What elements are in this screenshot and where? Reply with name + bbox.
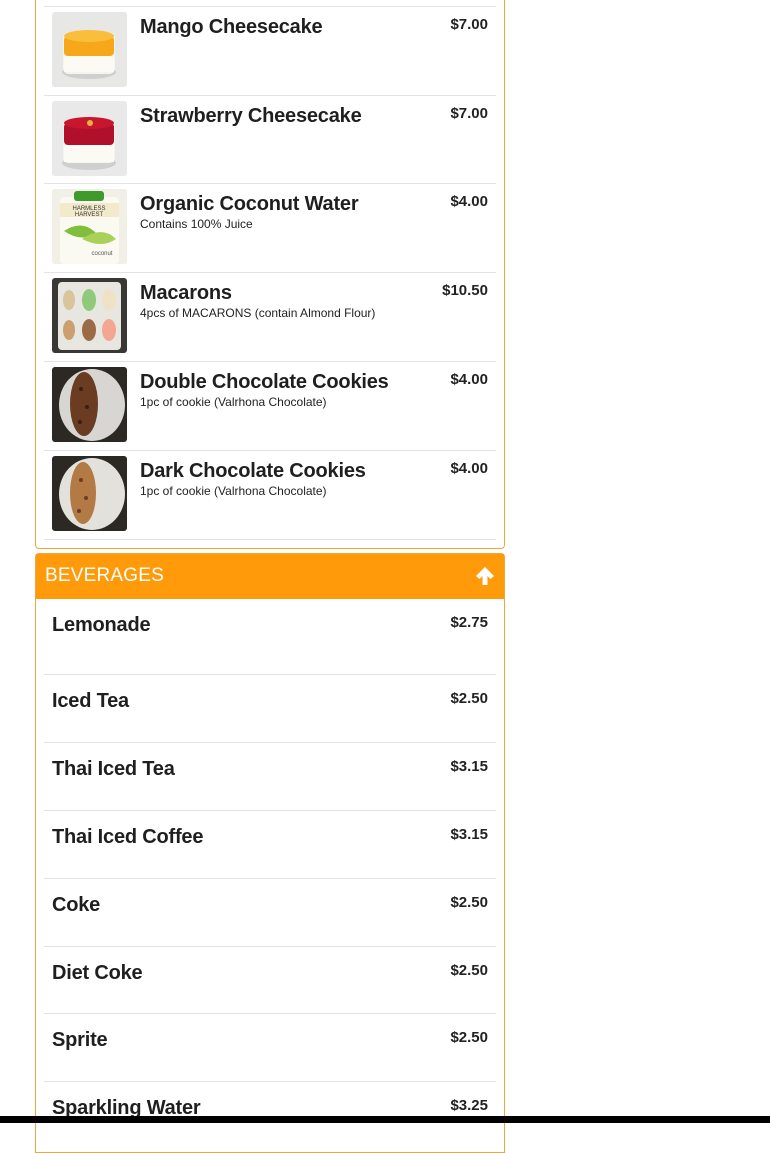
- item-price: $2.75: [450, 614, 488, 631]
- item-price: $4.00: [450, 193, 488, 210]
- menu-item-iced-tea[interactable]: Iced Tea $2.50: [44, 674, 496, 742]
- mango-cheesecake-photo: [52, 12, 127, 87]
- section-title: BEVERAGES: [45, 565, 165, 586]
- strawberry-cheesecake-photo: [52, 101, 127, 176]
- item-price: $3.25: [450, 1097, 488, 1114]
- menu-item-strawberry-cheesecake[interactable]: Strawberry Cheesecake $7.00: [44, 95, 496, 183]
- item-price: $7.00: [450, 105, 488, 122]
- macarons-photo: [52, 278, 127, 353]
- item-name: Diet Coke: [52, 962, 143, 984]
- menu-item-sparkling-water[interactable]: Sparkling Water $3.25: [44, 1081, 496, 1149]
- menu-item-dark-chocolate-cookies[interactable]: Dark Chocolate Cookies 1pc of cookie (Va…: [44, 450, 496, 539]
- item-price: $10.50: [442, 282, 488, 299]
- coconut-water-photo: HARMLESS HARVEST coconut: [52, 189, 127, 264]
- item-price: $4.00: [450, 371, 488, 388]
- divider: [44, 539, 496, 540]
- item-description: Contains 100% Juice: [140, 217, 253, 231]
- item-name: Coke: [52, 894, 101, 916]
- menu-item-thai-iced-coffee[interactable]: Thai Iced Coffee $3.15: [44, 810, 496, 878]
- item-price: $2.50: [450, 1029, 488, 1046]
- menu-item-mango-cheesecake[interactable]: Mango Cheesecake $7.00: [44, 6, 496, 95]
- item-price: $2.50: [450, 962, 488, 979]
- item-description: 1pc of cookie (Valrhona Chocolate): [140, 395, 327, 409]
- item-name: Organic Coconut Water: [140, 193, 359, 215]
- menu-item-diet-coke[interactable]: Diet Coke $2.50: [44, 946, 496, 1013]
- item-price: $7.00: [450, 16, 488, 33]
- item-price: $2.50: [450, 690, 488, 707]
- item-name: Sprite: [52, 1029, 108, 1051]
- item-description: 4pcs of MACARONS (contain Almond Flour): [140, 306, 376, 320]
- item-name: Strawberry Cheesecake: [140, 105, 362, 127]
- item-name: Thai Iced Coffee: [52, 826, 204, 848]
- beverages-header[interactable]: BEVERAGES: [36, 554, 504, 599]
- svg-text:HARVEST: HARVEST: [75, 212, 104, 218]
- item-name: Mango Cheesecake: [140, 16, 323, 38]
- menu-item-sprite[interactable]: Sprite $2.50: [44, 1013, 496, 1081]
- item-name: Dark Chocolate Cookies: [140, 460, 366, 482]
- menu-item-lemonade[interactable]: Lemonade $2.75: [44, 599, 496, 667]
- item-name: Iced Tea: [52, 690, 129, 712]
- item-name: Double Chocolate Cookies: [140, 371, 389, 393]
- item-name: Thai Iced Tea: [52, 758, 175, 780]
- double-chocolate-cookie-photo: [52, 367, 127, 442]
- svg-text:coconut: coconut: [91, 251, 112, 257]
- menu-item-organic-coconut-water[interactable]: HARMLESS HARVEST coconut Organic Coconut…: [44, 183, 496, 272]
- menu-item-thai-iced-tea[interactable]: Thai Iced Tea $3.15: [44, 742, 496, 810]
- item-name: Lemonade: [52, 614, 151, 636]
- dark-chocolate-cookie-photo: [52, 456, 127, 531]
- desserts-section: Mango Cheesecake $7.00 Strawberry Cheese…: [35, 0, 505, 549]
- item-price: $2.50: [450, 894, 488, 911]
- item-price: $3.15: [450, 826, 488, 843]
- bottom-bar: [0, 1116, 770, 1123]
- arrow-up-icon[interactable]: [474, 565, 496, 587]
- menu-item-coke[interactable]: Coke $2.50: [44, 878, 496, 946]
- menu-item-macarons[interactable]: Macarons 4pcs of MACARONS (contain Almon…: [44, 272, 496, 361]
- item-description: 1pc of cookie (Valrhona Chocolate): [140, 484, 327, 498]
- menu-item-double-chocolate-cookies[interactable]: Double Chocolate Cookies 1pc of cookie (…: [44, 361, 496, 450]
- beverages-section: BEVERAGES Lemonade $2.75 Iced Tea $2.50 …: [35, 553, 505, 1153]
- item-price: $4.00: [450, 460, 488, 477]
- item-name: Macarons: [140, 282, 232, 304]
- item-price: $3.15: [450, 758, 488, 775]
